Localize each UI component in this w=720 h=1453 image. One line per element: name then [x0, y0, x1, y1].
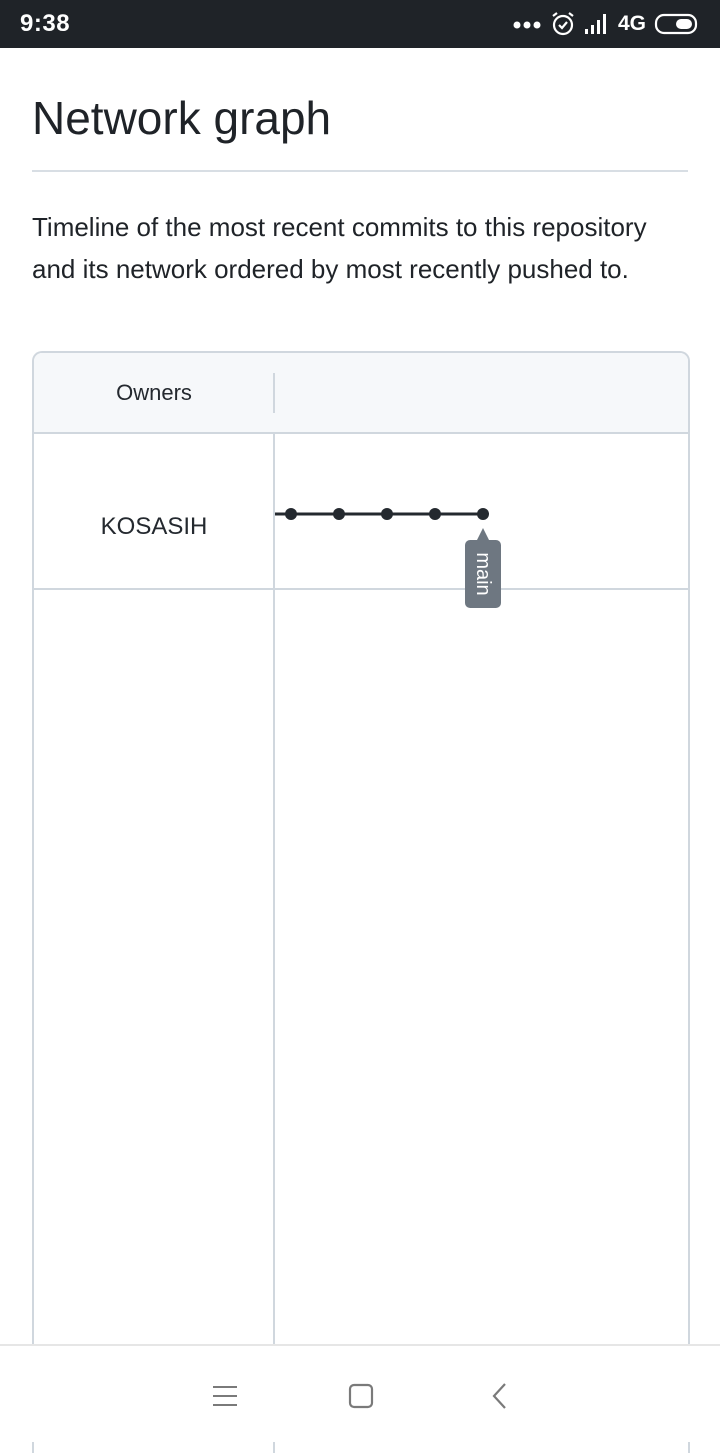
branch-tag-label: main — [472, 552, 494, 595]
alarm-icon — [552, 12, 574, 36]
back-button[interactable] — [480, 1376, 520, 1416]
page-title: Network graph — [32, 92, 332, 144]
branch-tag-pointer — [476, 528, 490, 542]
back-icon — [492, 1383, 506, 1409]
main-content: Network graph Timeline of the most recen… — [32, 48, 688, 290]
page-description: Timeline of the most recent commits to t… — [32, 212, 647, 284]
nav-bar — [0, 1344, 720, 1442]
commit-layer: main — [275, 508, 501, 608]
home-icon — [348, 1383, 374, 1409]
commit-dot[interactable] — [285, 508, 297, 520]
menu-button[interactable] — [205, 1376, 245, 1416]
status-icons: 4G — [512, 8, 700, 40]
commit-dot[interactable] — [429, 508, 441, 520]
branch-tag[interactable]: main — [465, 528, 501, 608]
network-type: 4G — [617, 12, 646, 35]
commit-dot[interactable] — [333, 508, 345, 520]
status-bar: 9:38 4G — [0, 0, 720, 48]
commit-graph[interactable]: main — [34, 353, 688, 653]
home-button[interactable] — [341, 1376, 381, 1416]
menu-icon — [213, 1386, 237, 1406]
more-dots-icon — [513, 21, 541, 29]
commit-dot[interactable] — [477, 508, 489, 520]
commit-dot[interactable] — [381, 508, 393, 520]
network-graph[interactable]: Owners KOSASIH main — [32, 351, 690, 1453]
battery-icon — [654, 13, 698, 35]
signal-icon — [584, 14, 606, 34]
title-divider — [32, 170, 688, 172]
status-time: 9:38 — [20, 10, 71, 37]
